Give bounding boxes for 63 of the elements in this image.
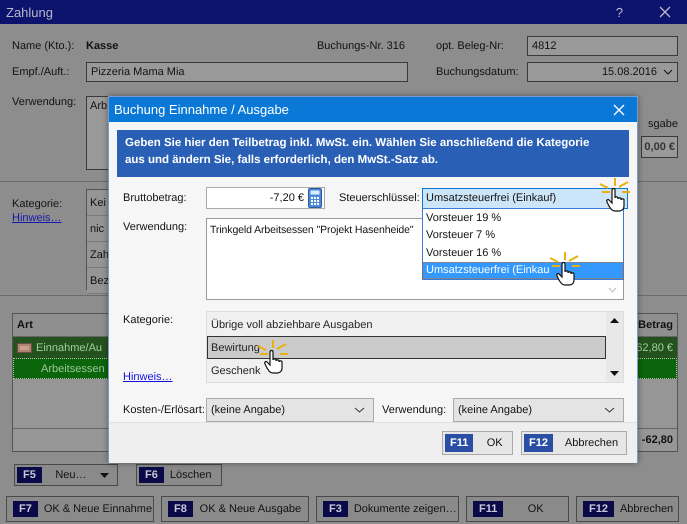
column-header: Art [17, 319, 33, 331]
category-item[interactable]: Übrige voll abziehbare Ausgaben [207, 313, 606, 336]
category-item[interactable]: nic [90, 222, 104, 234]
chevron-down-icon[interactable] [604, 407, 615, 413]
footer-button[interactable]: F12 Abbrechen [576, 496, 679, 522]
receipt-field[interactable]: 4812 [527, 36, 678, 56]
hint-link[interactable]: Hinweis… [123, 371, 173, 383]
footer-button[interactable]: F11 OK [466, 496, 569, 522]
column-header: Betrag [638, 319, 673, 331]
payee-field[interactable]: Pizzeria Mama Mia [86, 62, 408, 82]
field-label: Kosten-/Erlösart: [122, 404, 206, 416]
chevron-down-icon[interactable] [354, 407, 365, 413]
category-item[interactable]: Geschenk [207, 359, 606, 382]
field-label: Steuerschlüssel: [339, 192, 421, 204]
dropdown-option[interactable]: Vorsteuer 16 % [423, 244, 623, 262]
field-label: Name (Kto.): [12, 39, 76, 54]
field-label: Verwendung: [122, 220, 188, 235]
dialog-button[interactable]: F12 Abbrechen [521, 431, 627, 455]
category-item[interactable]: Bewirtung [207, 336, 606, 359]
account-name: Kasse [86, 40, 118, 52]
table-cell: Arbeitsessen [41, 362, 105, 374]
date-field[interactable]: 15.08.2016 [527, 62, 678, 82]
amount-field[interactable]: 0,00 € [641, 136, 678, 158]
hint-link[interactable]: Hinweis… [12, 212, 62, 224]
help-button[interactable]: ? [616, 4, 623, 20]
footer-button[interactable]: F8 OK & Neue Ausgabe [161, 496, 309, 522]
field-label: Verwendung: [382, 404, 448, 416]
field-label: Bruttobetrag: [122, 192, 188, 204]
usage-dropdown[interactable]: (keine Angabe) [453, 398, 624, 422]
window-title: Zahlung [6, 4, 54, 20]
action-button[interactable]: F6 Löschen [136, 464, 222, 486]
footer-button[interactable]: F3 Dokumente zeigen… [316, 496, 459, 522]
scrollbar[interactable] [606, 312, 623, 382]
cost-type-dropdown[interactable]: (keine Angabe) [206, 398, 374, 422]
dropdown-option[interactable]: Vorsteuer 7 % [423, 226, 623, 244]
field-label: Empf./Auft.: [12, 65, 70, 80]
field-label: sgabe [648, 118, 678, 130]
category-item[interactable]: Zah [90, 248, 109, 260]
scroll-up-icon[interactable] [610, 318, 619, 323]
field-label: opt. Beleg-Nr: [436, 39, 505, 54]
caret-icon[interactable] [100, 472, 109, 478]
scroll-down-icon[interactable] [610, 371, 619, 376]
tax-key-dropdown[interactable]: Umsatzsteuerfrei (Einkauf) [422, 188, 628, 208]
field-label: Buchungsdatum: [436, 65, 520, 80]
chevron-down-icon[interactable] [663, 69, 673, 75]
close-icon[interactable] [659, 6, 671, 18]
total-amount: -62,80 [642, 434, 673, 446]
action-button[interactable]: F5 Neu… [14, 464, 118, 486]
dialog-button[interactable]: F11 OK [442, 431, 513, 455]
field-label: Kategorie: [123, 314, 174, 326]
calculator-icon[interactable] [307, 188, 323, 208]
banknote-icon [17, 342, 32, 352]
booking-number: Buchungs-Nr. 316 [316, 40, 405, 52]
dialog-title: Buchung Einnahme / Ausgabe [114, 102, 289, 117]
category-item[interactable]: Bez [90, 274, 109, 286]
field-label: Verwendung: [12, 96, 78, 110]
category-list[interactable]: Übrige voll abziehbare Ausgaben Bewirtung Geschenk [206, 311, 624, 383]
info-banner: Geben Sie hier den Teilbetrag inkl. MwSt. ein. Wählen Sie anschließend die Kategorie aus und ändern Sie, falls erforderlich, den MwSt.-Satz ab. [117, 130, 629, 177]
footer-button[interactable]: F7 OK & Neue Einnahme [6, 496, 154, 522]
field-label: Kategorie: [12, 198, 64, 210]
category-item[interactable]: Kei [90, 196, 106, 208]
table-cell: Einnahme/Au [36, 342, 102, 354]
amount-field[interactable]: -7,20 € [206, 187, 325, 209]
